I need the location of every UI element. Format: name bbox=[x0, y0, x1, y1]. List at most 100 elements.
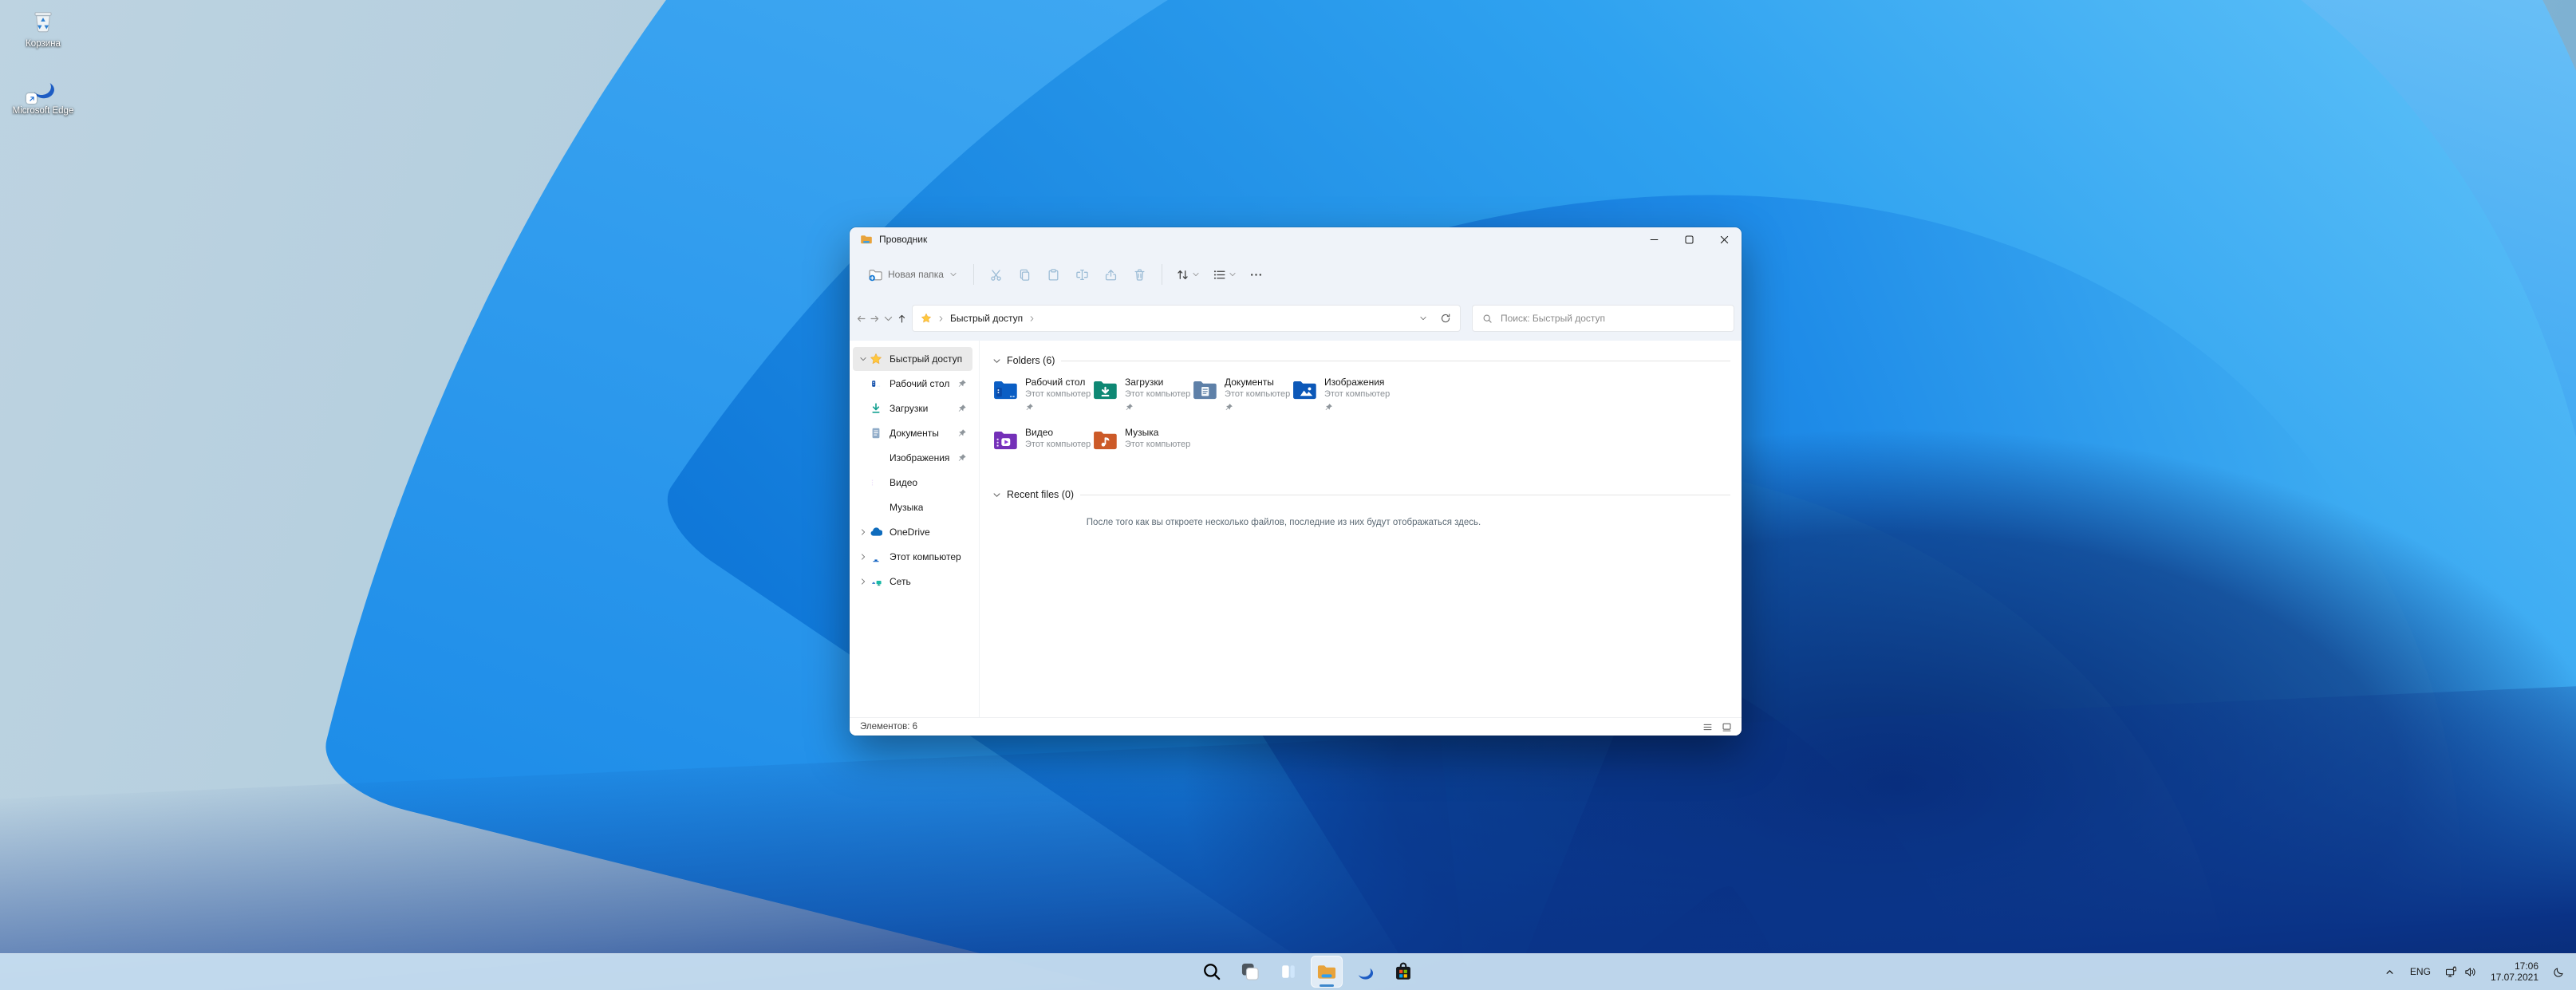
new-folder-button[interactable]: Новая папка bbox=[861, 260, 965, 289]
address-bar[interactable]: Быстрый доступ bbox=[912, 305, 1461, 332]
details-view-button[interactable] bbox=[1698, 720, 1716, 734]
chev-down-icon bbox=[885, 317, 891, 320]
videos-icon bbox=[871, 479, 882, 487]
folder-tile[interactable]: Изображения Этот компьютер bbox=[1292, 376, 1391, 426]
refresh-button[interactable] bbox=[1434, 307, 1457, 329]
music-icon bbox=[871, 503, 882, 513]
sidebar-item[interactable]: Этот компьютер bbox=[853, 545, 972, 569]
desktop: Корзина Microsoft Edge Проводник bbox=[0, 0, 2576, 990]
sidebar-item[interactable]: Видео bbox=[853, 471, 972, 495]
folder-tile[interactable]: Видео Этот компьютер bbox=[992, 426, 1092, 476]
minimize-button[interactable] bbox=[1636, 227, 1671, 251]
copy-icon bbox=[1020, 270, 1028, 280]
sidebar-item-label: OneDrive bbox=[890, 527, 930, 538]
edge-button[interactable] bbox=[1349, 956, 1381, 988]
tray-time: 17:06 bbox=[2515, 960, 2539, 972]
downloads-icon bbox=[873, 404, 879, 412]
search-button[interactable] bbox=[1196, 956, 1228, 988]
back-button[interactable] bbox=[854, 307, 867, 329]
breadcrumb-item[interactable]: Быстрый доступ bbox=[950, 313, 1023, 324]
share-button[interactable] bbox=[1098, 262, 1124, 288]
folder-tile[interactable]: Документы Этот компьютер bbox=[1192, 376, 1292, 426]
clock[interactable]: 17:06 17.07.2021 bbox=[2484, 956, 2545, 987]
sidebar-item-label: Быстрый доступ bbox=[890, 353, 962, 365]
shortcut-arrow-icon bbox=[28, 95, 36, 103]
sidebar-item-label: Этот компьютер bbox=[890, 551, 961, 562]
sidebar-item[interactable]: Изображения bbox=[853, 446, 972, 470]
store-button[interactable] bbox=[1387, 956, 1419, 988]
quick-access-star-icon bbox=[921, 313, 932, 324]
folder-tile-name: Загрузки bbox=[1125, 377, 1190, 388]
tray-overflow-button[interactable] bbox=[2377, 956, 2402, 987]
sidebar-item[interactable]: Музыка bbox=[853, 495, 972, 519]
network-volume-button[interactable] bbox=[2439, 956, 2483, 987]
chevron-right-icon bbox=[1028, 315, 1036, 322]
chevron-down-icon bbox=[859, 355, 867, 363]
cut-button[interactable] bbox=[983, 262, 1009, 288]
sidebar-item-label: Рабочий стол bbox=[890, 378, 949, 389]
file-explorer-button[interactable] bbox=[1311, 956, 1343, 988]
maximize-button[interactable] bbox=[1671, 227, 1706, 251]
rename-button[interactable] bbox=[1069, 262, 1095, 288]
recycle-bin-desktop-icon[interactable]: Корзина bbox=[3, 6, 83, 49]
folder-pictures-icon bbox=[1293, 381, 1316, 399]
sidebar-item[interactable]: OneDrive bbox=[853, 520, 972, 544]
recent-locations-button[interactable] bbox=[882, 307, 894, 329]
pin-icon bbox=[1324, 403, 1333, 412]
sidebar-item[interactable]: Сеть bbox=[853, 570, 972, 594]
folder-tile[interactable]: Рабочий стол Этот компьютер bbox=[992, 376, 1092, 426]
close-icon bbox=[1721, 236, 1727, 243]
pictures-icon bbox=[871, 453, 882, 462]
see-more-button[interactable] bbox=[1245, 262, 1268, 288]
onedrive-icon bbox=[871, 527, 882, 535]
close-button[interactable] bbox=[1706, 227, 1742, 251]
delete-button[interactable] bbox=[1126, 262, 1153, 288]
folder-tile-location: Этот компьютер bbox=[1025, 439, 1091, 450]
chevron-down-icon bbox=[992, 357, 1001, 365]
sidebar-item-label: Сеть bbox=[890, 576, 911, 587]
sidebar-item[interactable]: Загрузки bbox=[853, 396, 972, 420]
up-button[interactable] bbox=[895, 307, 908, 329]
folder-music-icon bbox=[1094, 432, 1117, 449]
search-icon bbox=[1482, 314, 1493, 324]
folder-tile[interactable]: Музыка Этот компьютер bbox=[1092, 426, 1192, 476]
recent-files-section-header[interactable]: Recent files (0) bbox=[992, 486, 1730, 503]
pin-icon bbox=[957, 404, 967, 413]
sidebar-item[interactable]: Рабочий стол bbox=[853, 372, 972, 396]
sort-button[interactable] bbox=[1171, 262, 1205, 288]
folder-tile[interactable]: Загрузки Этот компьютер bbox=[1092, 376, 1192, 426]
copy-button[interactable] bbox=[1012, 262, 1038, 288]
sidebar-item[interactable]: Документы bbox=[853, 421, 972, 445]
moon-icon bbox=[2553, 966, 2565, 978]
large-icons-view-button[interactable] bbox=[1718, 720, 1735, 734]
explorer-icon bbox=[1317, 965, 1335, 978]
widgets-button[interactable] bbox=[1272, 956, 1304, 988]
view-button[interactable] bbox=[1208, 262, 1241, 288]
chevron-down-icon bbox=[1419, 314, 1427, 322]
folder-videos-icon bbox=[994, 432, 1017, 449]
edge-desktop-icon[interactable]: Microsoft Edge bbox=[3, 73, 83, 116]
recent-files-empty-text: После того как вы откроете несколько фай… bbox=[992, 518, 1575, 527]
sidebar-item-label: Музыка bbox=[890, 502, 923, 513]
start-button[interactable] bbox=[1158, 956, 1189, 988]
network-icon bbox=[870, 578, 881, 586]
search-input[interactable]: Поиск: Быстрый доступ bbox=[1472, 305, 1734, 332]
up-icon bbox=[899, 315, 904, 322]
pin-icon bbox=[1025, 403, 1034, 412]
paste-button[interactable] bbox=[1040, 262, 1067, 288]
language-indicator[interactable]: ENG bbox=[2404, 956, 2437, 987]
sidebar-item-label: Загрузки bbox=[890, 403, 928, 414]
search-icon bbox=[1205, 964, 1219, 979]
sidebar-item[interactable]: Быстрый доступ bbox=[853, 347, 972, 371]
folder-tile-location: Этот компьютер bbox=[1125, 439, 1190, 450]
search-placeholder: Поиск: Быстрый доступ bbox=[1501, 313, 1605, 324]
folder-tile-name: Видео bbox=[1025, 427, 1091, 438]
focus-assist-button[interactable] bbox=[2546, 956, 2571, 987]
task-view-button[interactable] bbox=[1234, 956, 1266, 988]
folders-section-header[interactable]: Folders (6) bbox=[992, 352, 1730, 369]
store-icon bbox=[1396, 964, 1410, 980]
forward-button[interactable] bbox=[868, 307, 881, 329]
status-thumb-icon bbox=[1723, 724, 1730, 731]
sidebar-item-label: Видео bbox=[890, 477, 917, 488]
address-dropdown-button[interactable] bbox=[1412, 307, 1434, 329]
